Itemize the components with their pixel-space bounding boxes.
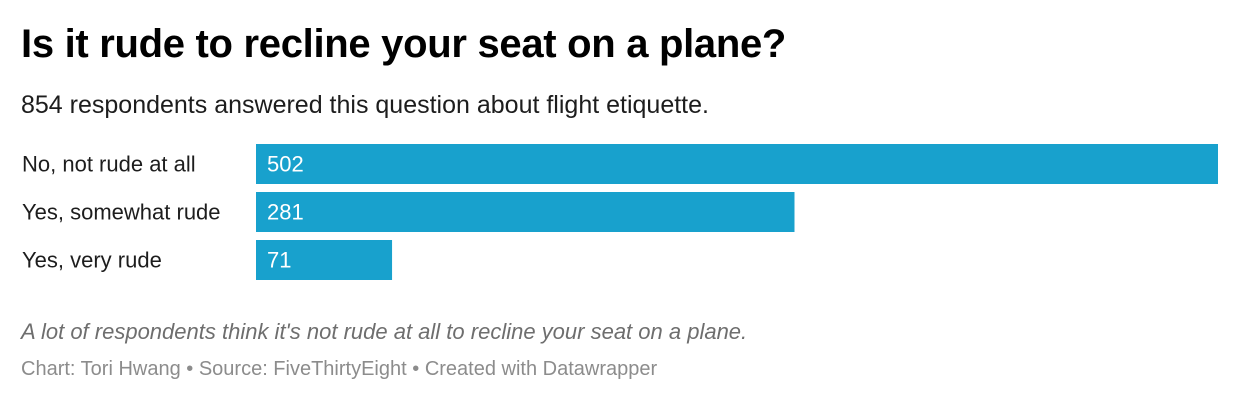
category-label: Yes, somewhat rude <box>22 200 221 225</box>
bar-value-label: 71 <box>267 248 291 273</box>
chart-subtitle: 854 respondents answered this question a… <box>21 91 709 119</box>
bar-value-label: 281 <box>267 200 304 225</box>
footer-created-with: Created with Datawrapper <box>424 358 658 380</box>
chart-footer: Chart: Tori Hwang • Source: FiveThirtyEi… <box>21 358 657 381</box>
bar <box>256 144 1218 184</box>
footer-chart-by: Chart: Tori Hwang <box>21 358 181 380</box>
bar-value-label: 502 <box>267 152 304 177</box>
category-label: Yes, very rude <box>22 248 162 273</box>
footer-source: Source: FiveThirtyEight <box>198 358 407 380</box>
category-label: No, not rude at all <box>22 152 196 177</box>
bar <box>256 192 795 232</box>
footer-separator: • <box>406 358 425 380</box>
chart-title: Is it rude to recline your seat on a pla… <box>21 22 787 66</box>
footer-separator: • <box>180 358 199 380</box>
bar-chart: No, not rude at all 502 Yes, somewhat rude… <box>0 140 1240 290</box>
bar-chart-svg: No, not rude at all 502 Yes, somewhat rude… <box>22 144 1218 280</box>
chart-note: A lot of respondents think it's not rude… <box>21 319 748 344</box>
